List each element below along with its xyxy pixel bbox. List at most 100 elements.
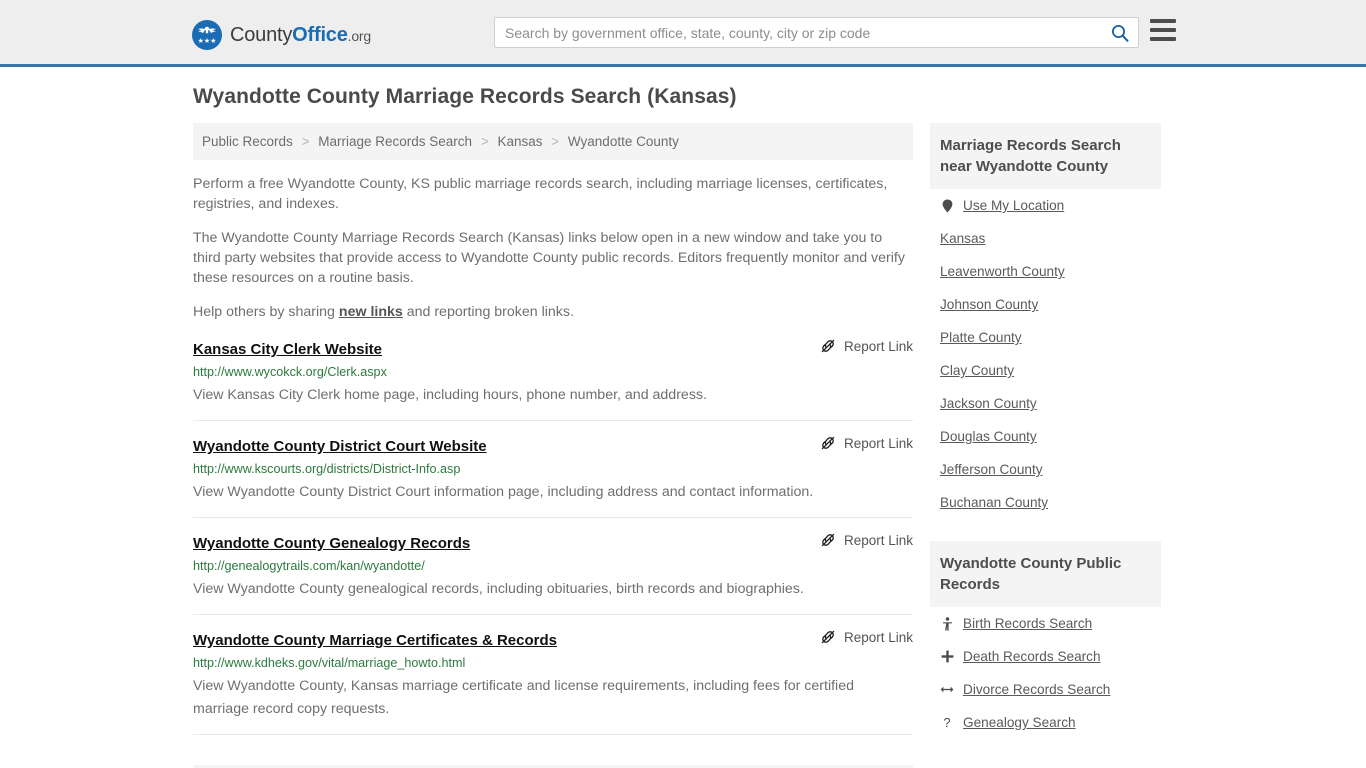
- report-link-label: Report Link: [843, 338, 913, 354]
- breadcrumb-item-kansas[interactable]: Kansas: [497, 134, 542, 149]
- sidebar-item-jackson-county[interactable]: Jackson County: [930, 387, 1161, 420]
- sidebar-link-label[interactable]: Use My Location: [963, 198, 1064, 213]
- broken-link-icon: [821, 436, 835, 450]
- sidebar-link-label[interactable]: Death Records Search: [963, 649, 1101, 664]
- logo-wordmark: CountyOffice.org: [230, 24, 371, 47]
- sidebar-item-divorce-records-search[interactable]: Divorce Records Search: [930, 673, 1161, 706]
- sidebar-item-leavenworth-county[interactable]: Leavenworth County: [930, 255, 1161, 288]
- sidebar-item-jefferson-county[interactable]: Jefferson County: [930, 453, 1161, 486]
- sidebar-nearby-list: Use My Location Kansas Leavenworth Count…: [930, 189, 1161, 519]
- report-link-button[interactable]: Report Link: [820, 629, 913, 645]
- intro-p3-pre: Help others by sharing: [193, 304, 339, 320]
- left-right-arrow-icon: [940, 684, 954, 695]
- breadcrumb-item-wyandotte-county[interactable]: Wyandotte County: [568, 134, 679, 149]
- result-title-link[interactable]: Wyandotte County District Court Website: [193, 438, 487, 455]
- search-button[interactable]: [1102, 18, 1138, 47]
- intro-paragraph-1: Perform a free Wyandotte County, KS publ…: [193, 176, 888, 212]
- sidebar-link-label[interactable]: Douglas County: [940, 429, 1037, 444]
- breadcrumb-item-public-records[interactable]: Public Records: [202, 134, 293, 149]
- sidebar: Marriage Records Search near Wyandotte C…: [930, 123, 1161, 768]
- page-title: Wyandotte County Marriage Records Search…: [193, 85, 737, 108]
- hamburger-menu-button[interactable]: [1150, 19, 1176, 41]
- broken-link-icon: [821, 339, 835, 353]
- logo-text-office: Office: [292, 23, 348, 46]
- result-url: http://www.kscourts.org/districts/Distri…: [193, 462, 461, 476]
- cross-icon: [940, 650, 954, 663]
- result-description: View Wyandotte County District Court inf…: [193, 484, 814, 500]
- sidebar-public-records-list: Birth Records Search Death Records Searc…: [930, 607, 1161, 739]
- logo-stars: ★★★: [197, 38, 217, 45]
- sidebar-link-label[interactable]: Buchanan County: [940, 495, 1048, 510]
- sidebar-item-use-my-location[interactable]: Use My Location: [930, 189, 1161, 222]
- site-header: ★★★ CountyOffice.org: [0, 0, 1366, 67]
- sidebar-link-label[interactable]: Birth Records Search: [963, 616, 1092, 631]
- sidebar-link-label[interactable]: Clay County: [940, 363, 1014, 378]
- page-body: Wyandotte County Marriage Records Search…: [0, 67, 1366, 768]
- sidebar-link-label[interactable]: Johnson County: [940, 297, 1038, 312]
- sidebar-link-label[interactable]: Genealogy Search: [963, 715, 1076, 730]
- breadcrumb-item-marriage-records-search[interactable]: Marriage Records Search: [318, 134, 472, 149]
- result-description: View Wyandotte County genealogical recor…: [193, 581, 804, 597]
- site-logo[interactable]: ★★★ CountyOffice.org: [192, 19, 371, 51]
- baby-icon: [940, 616, 954, 631]
- main-content: Public Records > Marriage Records Search…: [193, 123, 913, 768]
- logo-text-county: County: [230, 23, 293, 46]
- sidebar-item-kansas[interactable]: Kansas: [930, 222, 1161, 255]
- breadcrumb-separator: >: [551, 134, 560, 149]
- breadcrumb: Public Records > Marriage Records Search…: [193, 123, 913, 160]
- map-pin-icon: [940, 199, 954, 213]
- sidebar-item-clay-county[interactable]: Clay County: [930, 354, 1161, 387]
- new-links-link[interactable]: new links: [339, 304, 403, 320]
- hamburger-bar-3: [1150, 37, 1176, 41]
- search-icon: [1112, 24, 1129, 42]
- intro-text: Perform a free Wyandotte County, KS publ…: [193, 174, 913, 322]
- search-input[interactable]: [495, 18, 1102, 47]
- sidebar-link-label[interactable]: Kansas: [940, 231, 985, 246]
- sidebar-item-douglas-county[interactable]: Douglas County: [930, 420, 1161, 453]
- result-item: Kansas City Clerk Website Report Link ht…: [193, 338, 913, 421]
- result-url: http://www.wycokck.org/Clerk.aspx: [193, 365, 387, 379]
- report-link-label: Report Link: [843, 629, 913, 645]
- result-item: Wyandotte County Marriage Certificates &…: [193, 629, 913, 735]
- result-item: Wyandotte County Genealogy Records Repor…: [193, 532, 913, 615]
- sidebar-item-genealogy-search[interactable]: ? Genealogy Search: [930, 706, 1161, 739]
- search-bar[interactable]: [494, 17, 1139, 48]
- report-link-button[interactable]: Report Link: [820, 435, 913, 451]
- report-link-label: Report Link: [843, 532, 913, 548]
- broken-link-icon: [821, 630, 835, 644]
- result-url: http://genealogytrails.com/kan/wyandotte…: [193, 559, 425, 573]
- intro-p3-post: and reporting broken links.: [402, 304, 574, 320]
- sidebar-item-death-records-search[interactable]: Death Records Search: [930, 640, 1161, 673]
- sidebar-link-label[interactable]: Divorce Records Search: [963, 682, 1110, 697]
- county-office-logo-badge: ★★★: [192, 20, 222, 50]
- question-mark-icon: ?: [943, 715, 951, 730]
- breadcrumb-separator: >: [480, 134, 489, 149]
- sidebar-link-label[interactable]: Jackson County: [940, 396, 1037, 411]
- sidebar-item-buchanan-county[interactable]: Buchanan County: [930, 486, 1161, 519]
- result-url: http://www.kdheks.gov/vital/marriage_how…: [193, 656, 466, 670]
- hamburger-bar-1: [1150, 19, 1176, 23]
- report-link-label: Report Link: [843, 435, 913, 451]
- logo-text-org: .org: [347, 27, 372, 44]
- report-link-button[interactable]: Report Link: [820, 338, 913, 354]
- sidebar-link-label[interactable]: Jefferson County: [940, 462, 1043, 477]
- result-title-link[interactable]: Kansas City Clerk Website: [193, 341, 382, 358]
- breadcrumb-separator: >: [301, 134, 310, 149]
- result-description: View Wyandotte County, Kansas marriage c…: [193, 678, 854, 717]
- eagle-icon: [197, 26, 217, 34]
- hamburger-bar-2: [1150, 28, 1176, 32]
- result-item: Wyandotte County District Court Website …: [193, 435, 913, 518]
- sidebar-item-platte-county[interactable]: Platte County: [930, 321, 1161, 354]
- intro-paragraph-2: The Wyandotte County Marriage Records Se…: [193, 230, 905, 286]
- sidebar-link-label[interactable]: Leavenworth County: [940, 264, 1065, 279]
- sidebar-link-label[interactable]: Platte County: [940, 330, 1022, 345]
- report-link-button[interactable]: Report Link: [820, 532, 913, 548]
- sidebar-nearby-title: Marriage Records Search near Wyandotte C…: [930, 123, 1161, 189]
- result-title-link[interactable]: Wyandotte County Genealogy Records: [193, 535, 470, 552]
- result-title-link[interactable]: Wyandotte County Marriage Certificates &…: [193, 632, 557, 649]
- results-list: Kansas City Clerk Website Report Link ht…: [193, 338, 913, 735]
- sidebar-item-johnson-county[interactable]: Johnson County: [930, 288, 1161, 321]
- intro-paragraph-3: Help others by sharing new links and rep…: [193, 302, 913, 322]
- sidebar-item-birth-records-search[interactable]: Birth Records Search: [930, 607, 1161, 640]
- sidebar-public-records-title: Wyandotte County Public Records: [930, 541, 1161, 607]
